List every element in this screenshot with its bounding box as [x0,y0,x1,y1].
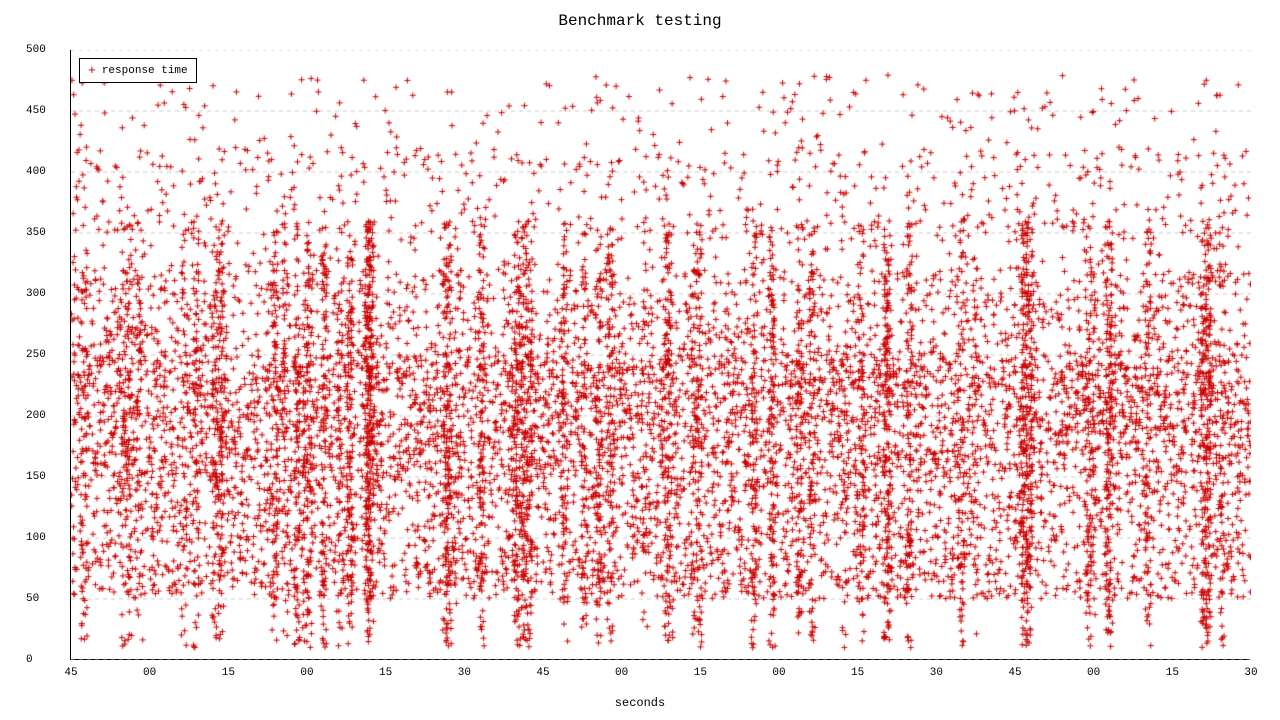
chart-plot-area: + response time 050100150200250300350400… [70,50,1250,660]
legend: + response time [79,58,197,83]
legend-symbol: + [88,63,96,78]
legend-label: response time [102,65,188,77]
chart-title: Benchmark testing [0,0,1280,30]
scatter-plot [71,50,1251,660]
x-axis-title: seconds [615,696,665,710]
chart-container: Benchmark testing response time (ms) sec… [0,0,1280,720]
